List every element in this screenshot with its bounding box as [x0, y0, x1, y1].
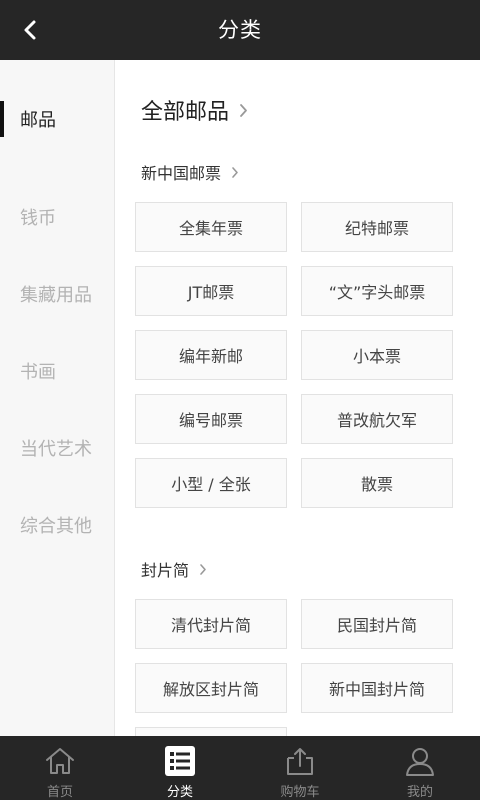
sidebar-item-label: 集藏用品	[20, 284, 92, 306]
chevron-right-icon	[232, 166, 238, 178]
list-icon	[165, 746, 195, 776]
tab-home[interactable]: 首页	[0, 736, 120, 800]
subcategory-button[interactable]: 民国封片简	[301, 599, 453, 649]
section-new-china-stamps[interactable]: 新中国邮票	[141, 159, 239, 185]
sidebar-item-label: 钱币	[20, 207, 56, 229]
section-title: 封片简	[141, 561, 190, 580]
sidebar-item-contemporary-art[interactable]: 当代艺术	[0, 409, 114, 486]
all-stamps-link[interactable]: 全部邮品	[141, 92, 248, 128]
chevron-right-icon	[200, 563, 206, 575]
subcategory-button[interactable]: 编号邮票	[135, 394, 287, 444]
subcategory-label: JT邮票	[187, 283, 235, 302]
sidebar-item-collecting-supplies[interactable]: 集藏用品	[0, 255, 114, 332]
subcategory-button[interactable]: “文”字头邮票	[301, 266, 453, 316]
subcategory-button[interactable]: 小本票	[301, 330, 453, 380]
section-title: 新中国邮票	[141, 164, 222, 183]
category-sidebar: 邮品 钱币 集藏用品 书画 当代艺术 综合其他	[0, 60, 115, 736]
sidebar-item-label: 当代艺术	[20, 438, 92, 460]
app-header: 分类	[0, 0, 480, 60]
tab-label: 我的	[406, 785, 433, 800]
subcategory-label: 全集年票	[178, 219, 243, 238]
sidebar-item-label: 邮品	[20, 110, 56, 131]
bottom-tab-bar: 首页 分类 购物车 我的	[0, 736, 480, 800]
sidebar-item-stamps[interactable]: 邮品	[0, 60, 114, 178]
subcategory-button[interactable]: 全集年票	[135, 202, 287, 252]
tab-label: 购物车	[280, 785, 320, 800]
all-stamps-title: 全部邮品	[141, 100, 230, 125]
user-icon	[406, 748, 434, 776]
sidebar-item-coins[interactable]: 钱币	[0, 178, 114, 255]
subcategory-label: “文”字头邮票	[328, 283, 426, 302]
tab-cart[interactable]: 购物车	[240, 736, 360, 800]
sidebar-item-label: 综合其他	[20, 515, 92, 537]
subcategory-label: 民国封片简	[336, 616, 417, 635]
subcategory-label: 纪特邮票	[344, 219, 409, 238]
tab-label: 首页	[46, 785, 73, 800]
subcategory-label: 清代封片简	[170, 616, 251, 635]
subcategory-button[interactable]: JT邮票	[135, 266, 287, 316]
subcategory-button[interactable]: 小型 / 全张	[135, 458, 287, 508]
subcategory-label: 解放区封片简	[162, 680, 259, 699]
subcategory-button[interactable]: 散票	[301, 458, 453, 508]
sidebar-item-calligraphy-painting[interactable]: 书画	[0, 332, 114, 409]
subcategory-button[interactable]: 普改航欠军	[301, 394, 453, 444]
subcategory-label: 编号邮票	[178, 411, 243, 430]
subcategory-label: 小本票	[352, 347, 401, 366]
sidebar-item-other[interactable]: 综合其他	[0, 486, 114, 563]
page-title: 分类	[218, 18, 262, 42]
category-content: 全部邮品 新中国邮票 全集年票 纪特邮票 JT邮票 “文”字头邮票 编年新邮 小…	[115, 60, 480, 736]
subcategory-label: 编年新邮	[178, 347, 243, 366]
tab-category[interactable]: 分类	[120, 736, 240, 800]
tab-me[interactable]: 我的	[360, 736, 480, 800]
subcategory-button[interactable]	[135, 727, 287, 736]
section-covers-cards[interactable]: 封片简	[141, 556, 207, 582]
chevron-right-icon	[240, 103, 247, 117]
subcategory-label: 散票	[360, 475, 393, 494]
subcategory-label: 小型 / 全张	[171, 475, 251, 494]
tab-label: 分类	[166, 785, 193, 800]
subcategory-button[interactable]: 新中国封片简	[301, 663, 453, 713]
subcategory-button[interactable]: 清代封片简	[135, 599, 287, 649]
sidebar-item-label: 书画	[20, 361, 56, 383]
subcategory-button[interactable]: 纪特邮票	[301, 202, 453, 252]
subcategory-button[interactable]: 编年新邮	[135, 330, 287, 380]
subcategory-button[interactable]: 解放区封片简	[135, 663, 287, 713]
subcategory-label: 普改航欠军	[336, 411, 417, 430]
cart-icon	[287, 748, 313, 775]
home-icon	[46, 748, 74, 774]
subcategory-label: 新中国封片简	[328, 680, 425, 699]
